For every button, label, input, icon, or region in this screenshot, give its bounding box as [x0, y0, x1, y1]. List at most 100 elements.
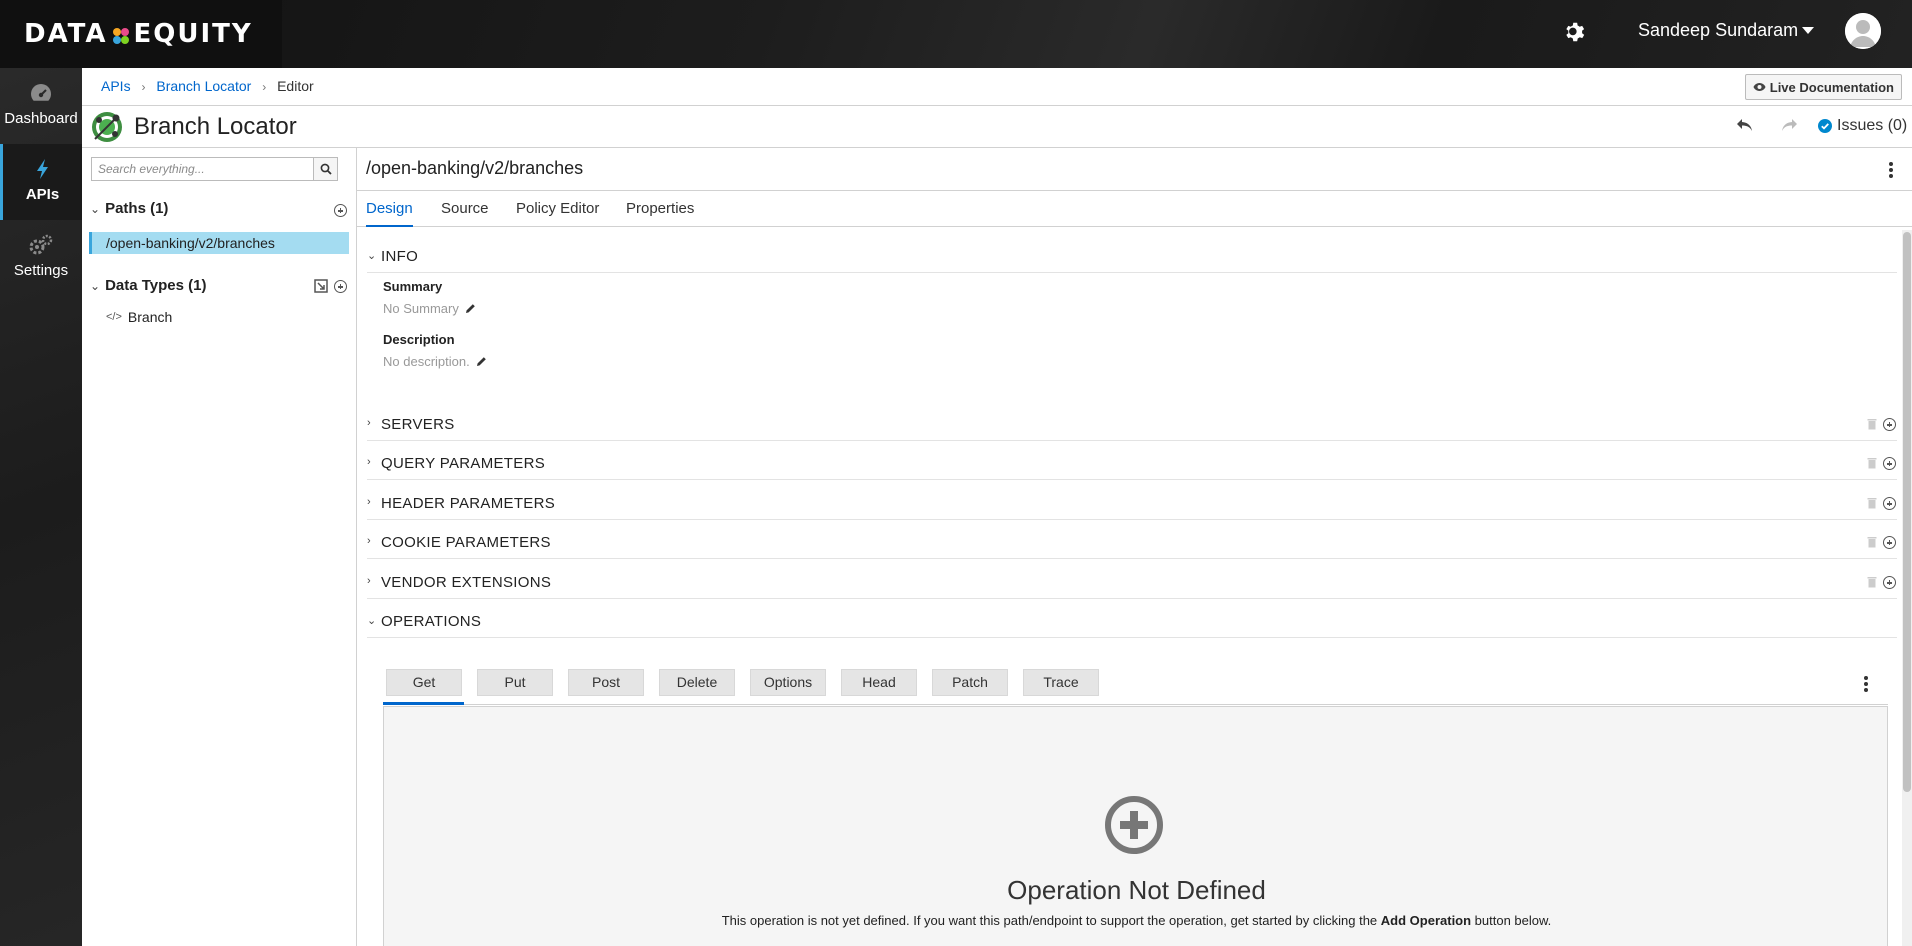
datatype-item-label: Branch [127, 309, 173, 325]
paths-header-label: Paths (1) [105, 200, 169, 217]
trash-icon[interactable] [1867, 457, 1877, 469]
logo-text-right: EQUITY [133, 19, 253, 49]
datatype-item[interactable]: </> Branch [106, 309, 172, 325]
operation-tab-trace[interactable]: Trace [1023, 669, 1099, 696]
chevron-down-icon: ⌄ [90, 201, 101, 216]
add-operation-icon[interactable] [1104, 795, 1164, 855]
breadcrumb-editor: Editor [277, 78, 314, 94]
nav-item-apis[interactable]: APIs [0, 144, 82, 220]
add-path-icon[interactable] [334, 204, 347, 217]
add-header-parameter-icon[interactable] [1883, 497, 1896, 510]
trash-icon[interactable] [1867, 576, 1877, 588]
operation-tab-options[interactable]: Options [750, 669, 826, 696]
tab-properties[interactable]: Properties [626, 200, 694, 225]
add-cookie-parameter-icon[interactable] [1883, 536, 1896, 549]
chevron-right-icon: › [367, 417, 371, 429]
tab-design[interactable]: Design [366, 200, 413, 227]
brand-logo[interactable]: DATA EQUITY [0, 0, 282, 68]
main-editor: /open-banking/v2/branches Design Source … [357, 148, 1912, 946]
breadcrumb: APIs › Branch Locator › Editor [101, 78, 314, 94]
chevron-right-icon: › [367, 535, 371, 547]
path-kebab-icon[interactable] [1889, 162, 1893, 178]
gear-icon[interactable] [1562, 19, 1588, 45]
operation-tab-head[interactable]: Head [841, 669, 917, 696]
servers-section-header[interactable]: › SERVERS [367, 408, 1897, 441]
add-query-parameter-icon[interactable] [1883, 457, 1896, 470]
avatar[interactable] [1845, 13, 1881, 49]
query-parameters-section-header[interactable]: › QUERY PARAMETERS [367, 447, 1897, 480]
search-box [91, 157, 338, 181]
outline-panel: ⌄ Paths (1) /open-banking/v2/branches ⌄ … [82, 148, 357, 946]
operation-tabs: Get Put Post Delete Options Head Patch T… [383, 661, 1888, 705]
add-datatype-icon[interactable] [334, 280, 347, 293]
empty-state-description: This operation is not yet defined. If yo… [384, 913, 1889, 928]
main-scrollbar[interactable] [1902, 230, 1912, 946]
pencil-icon[interactable] [465, 303, 476, 314]
breadcrumb-separator: › [262, 80, 267, 94]
left-nav: Dashboard APIs Settings [0, 68, 82, 946]
undo-icon[interactable] [1735, 116, 1755, 134]
scrollbar-thumb[interactable] [1903, 232, 1911, 792]
operations-section-label: OPERATIONS [381, 613, 482, 630]
header-parameters-section-header[interactable]: › HEADER PARAMETERS [367, 487, 1897, 520]
description-value[interactable]: No description. [383, 354, 487, 369]
vendor-extensions-section-label: VENDOR EXTENSIONS [381, 574, 552, 591]
summary-value[interactable]: No Summary [383, 301, 476, 316]
api-title-bar: Branch Locator Issues (0) [82, 106, 1912, 148]
operation-tab-get[interactable]: Get [386, 669, 462, 696]
summary-value-text: No Summary [383, 301, 459, 316]
trash-icon[interactable] [1867, 497, 1877, 509]
summary-label: Summary [383, 279, 443, 294]
operation-tab-put[interactable]: Put [477, 669, 553, 696]
query-parameters-section-label: QUERY PARAMETERS [381, 455, 546, 472]
info-section-label: INFO [381, 248, 419, 265]
search-input[interactable] [92, 158, 313, 180]
user-menu-caret-icon[interactable] [1802, 27, 1814, 34]
tab-source[interactable]: Source [441, 200, 489, 225]
servers-section-label: SERVERS [381, 416, 455, 433]
operations-kebab-icon[interactable] [1864, 676, 1868, 692]
breadcrumb-branch-locator[interactable]: Branch Locator [156, 78, 251, 94]
empty-state-title: Operation Not Defined [1007, 875, 1266, 905]
nav-item-settings[interactable]: Settings [0, 220, 82, 296]
info-section-header[interactable]: ⌄ INFO [367, 240, 1897, 273]
breadcrumb-separator: › [141, 80, 146, 94]
empty-state-desc-part1: This operation is not yet defined. If yo… [721, 913, 1381, 928]
chevron-right-icon: › [367, 456, 371, 468]
check-circle-icon [1818, 119, 1832, 133]
code-icon: </> [106, 311, 122, 323]
trash-icon[interactable] [1867, 418, 1877, 430]
live-documentation-button[interactable]: Live Documentation [1744, 74, 1902, 100]
add-vendor-extension-icon[interactable] [1883, 576, 1896, 589]
add-server-icon[interactable] [1883, 418, 1896, 431]
pencil-icon[interactable] [476, 356, 487, 367]
user-avatar-icon [1845, 13, 1881, 49]
chevron-right-icon: › [367, 496, 371, 508]
chevron-right-icon: › [367, 575, 371, 587]
operations-section-header[interactable]: ⌄ OPERATIONS [367, 605, 1897, 638]
path-item[interactable]: /open-banking/v2/branches [89, 232, 349, 254]
cookie-parameters-section-header[interactable]: › COOKIE PARAMETERS [367, 526, 1897, 559]
page-title: Branch Locator [134, 113, 297, 140]
operation-tab-post[interactable]: Post [568, 669, 644, 696]
empty-state-desc-part2: button below. [1471, 913, 1552, 928]
breadcrumb-apis[interactable]: APIs [101, 78, 131, 94]
redo-icon[interactable] [1779, 116, 1799, 134]
operation-tab-delete[interactable]: Delete [659, 669, 735, 696]
nav-item-dashboard[interactable]: Dashboard [0, 68, 82, 144]
user-name[interactable]: Sandeep Sundaram [1638, 20, 1798, 41]
import-icon[interactable] [314, 279, 328, 293]
logo-text-left: DATA [24, 19, 108, 49]
tab-policy-editor[interactable]: Policy Editor [516, 200, 599, 225]
vendor-extensions-section-header[interactable]: › VENDOR EXTENSIONS [367, 566, 1897, 599]
header-parameters-section-label: HEADER PARAMETERS [381, 495, 556, 512]
live-documentation-label: Live Documentation [1769, 79, 1894, 95]
operation-tab-patch[interactable]: Patch [932, 669, 1008, 696]
search-button[interactable] [313, 158, 337, 180]
issues-indicator[interactable]: Issues (0) [1818, 117, 1907, 135]
datatypes-section-header[interactable]: ⌄ Data Types (1) [90, 277, 206, 294]
paths-section-header[interactable]: ⌄ Paths (1) [90, 200, 168, 217]
gears-icon [29, 234, 53, 255]
cookie-parameters-section-label: COOKIE PARAMETERS [381, 534, 551, 551]
trash-icon[interactable] [1867, 536, 1877, 548]
